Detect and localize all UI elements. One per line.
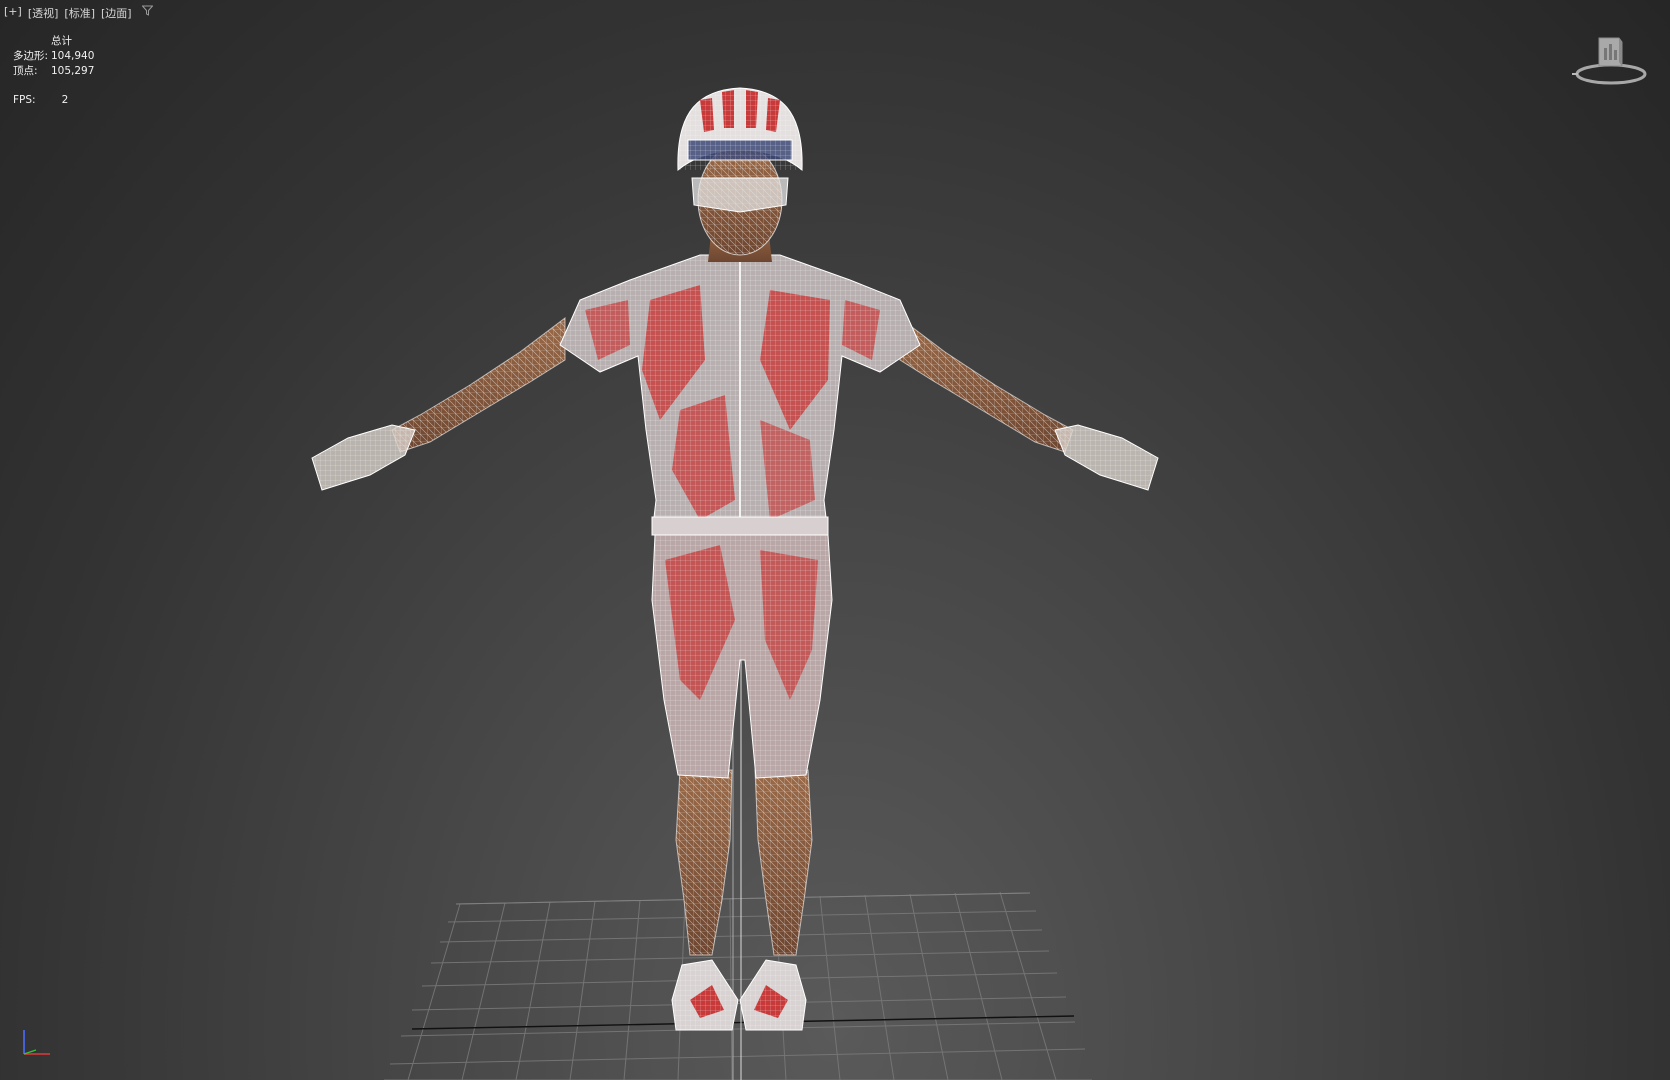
- glasses: [691, 177, 789, 213]
- fps-label: FPS:: [13, 94, 36, 106]
- viewport-label-menu[interactable]: [+] [透视] [标准] [边面]: [4, 5, 154, 21]
- fps-value: 2: [61, 94, 69, 106]
- left-shoe: [671, 959, 739, 1031]
- stats-polygons-row: 多边形: 104,940: [13, 49, 94, 64]
- right-glove: [1054, 424, 1159, 491]
- viewcube-icon[interactable]: [1566, 30, 1656, 90]
- filter-icon[interactable]: [140, 5, 154, 21]
- scene-canvas[interactable]: [0, 0, 1670, 1080]
- ground-grid: [384, 891, 1092, 1080]
- 3d-viewport[interactable]: [+] [透视] [标准] [边面] 总计 多边形: 104,940 顶点: 1…: [0, 0, 1670, 1080]
- viewport-menu-edged-faces[interactable]: [边面]: [101, 5, 132, 21]
- vertices-label: 顶点:: [13, 65, 38, 77]
- stats-vertices-row: 顶点: 105,297: [13, 64, 94, 79]
- left-glove: [311, 424, 416, 491]
- vertices-value: 105,297: [51, 65, 95, 77]
- cycling-jersey: [559, 254, 921, 536]
- statistics-overlay: 总计 多边形: 104,940 顶点: 105,297 FPS: 2: [13, 34, 94, 108]
- stats-fps-row: FPS: 2: [13, 93, 94, 108]
- stats-header: 总计: [51, 35, 72, 47]
- viewport-menu-perspective[interactable]: [透视]: [28, 5, 59, 21]
- right-shoe: [739, 959, 807, 1031]
- viewport-menu-shading-standard[interactable]: [标准]: [64, 5, 95, 21]
- polygons-label: 多边形:: [13, 50, 49, 62]
- axis-tripod-icon: [16, 1024, 60, 1064]
- helmet: [677, 87, 803, 172]
- cyclist-model[interactable]: [311, 87, 1159, 1031]
- viewport-menu-plus[interactable]: [+]: [4, 5, 22, 21]
- cycling-shorts: [651, 534, 833, 779]
- polygons-value: 104,940: [51, 50, 95, 62]
